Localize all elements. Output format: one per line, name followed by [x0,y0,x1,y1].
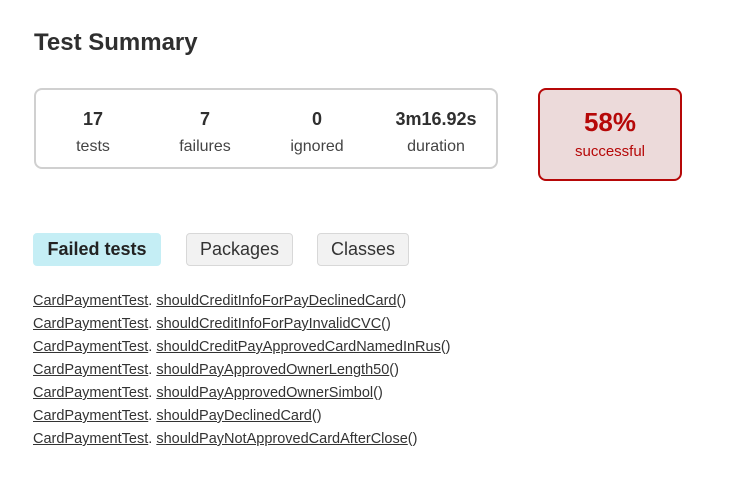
separator: . [148,362,153,378]
duration-label: duration [407,138,465,155]
list-item: CardPaymentTest. shouldPayApprovedOwnerS… [33,382,451,405]
tab-classes[interactable]: Classes [317,233,409,266]
test-class-link[interactable]: CardPaymentTest [33,316,148,332]
failures-counter: 7 failures [150,106,260,159]
tests-count: 17 [82,109,104,129]
list-item: CardPaymentTest. shouldCreditInfoForPayD… [33,290,451,313]
separator: . [148,293,153,309]
test-method-link[interactable]: shouldPayApprovedOwnerLength50 [156,362,389,378]
method-suffix: () [381,316,391,332]
tests-label: tests [76,138,110,155]
test-method-link[interactable]: shouldCreditPayApprovedCardNamedInRus [156,339,441,355]
separator: . [148,385,153,401]
list-item: CardPaymentTest. shouldCreditInfoForPayI… [33,313,451,336]
method-suffix: () [373,385,383,401]
page-title: Test Summary [34,29,198,56]
separator: . [148,316,153,332]
success-rate-label: successful [574,143,646,160]
separator: . [148,408,153,424]
test-class-link[interactable]: CardPaymentTest [33,362,148,378]
test-class-link[interactable]: CardPaymentTest [33,293,148,309]
test-method-link[interactable]: shouldCreditInfoForPayInvalidCVC [156,316,381,332]
test-class-link[interactable]: CardPaymentTest [33,339,148,355]
list-item: CardPaymentTest. shouldPayDeclinedCard() [33,405,451,428]
success-rate-value: 58% [583,107,637,137]
ignored-count: 0 [311,109,322,129]
method-suffix: () [407,431,418,447]
test-class-link[interactable]: CardPaymentTest [33,385,148,401]
list-item: CardPaymentTest. shouldCreditPayApproved… [33,336,451,359]
separator: . [148,339,153,355]
tab-failed-tests[interactable]: Failed tests [33,233,161,266]
failed-tests-list: CardPaymentTest. shouldCreditInfoForPayD… [33,290,451,451]
duration-counter: 3m16.92s duration [381,106,491,159]
test-class-link[interactable]: CardPaymentTest [33,431,148,447]
test-method-link[interactable]: shouldPayApprovedOwnerSimbol [156,385,373,401]
ignored-counter: 0 ignored [262,106,372,159]
tests-counter: 17 tests [38,106,148,159]
failures-count: 7 [199,109,210,129]
method-suffix: () [389,362,399,378]
summary-counters: 17 tests 7 failures 0 ignored 3m16.92s d… [34,88,498,169]
test-class-link[interactable]: CardPaymentTest [33,408,148,424]
ignored-label: ignored [290,138,344,155]
test-method-link[interactable]: shouldPayNotApprovedCardAfterClose [156,431,407,447]
test-method-link[interactable]: shouldCreditInfoForPayDeclinedCard [156,293,396,309]
success-rate-box: 58% successful [538,88,682,181]
duration-value: 3m16.92s [395,109,477,129]
list-item: CardPaymentTest. shouldPayApprovedOwnerL… [33,359,451,382]
test-method-link[interactable]: shouldPayDeclinedCard [156,408,312,424]
separator: . [148,431,153,447]
method-suffix: () [440,339,451,355]
failures-label: failures [179,138,231,155]
tab-packages[interactable]: Packages [186,233,293,266]
method-suffix: () [396,293,407,309]
list-item: CardPaymentTest. shouldPayNotApprovedCar… [33,428,451,451]
method-suffix: () [311,408,322,424]
